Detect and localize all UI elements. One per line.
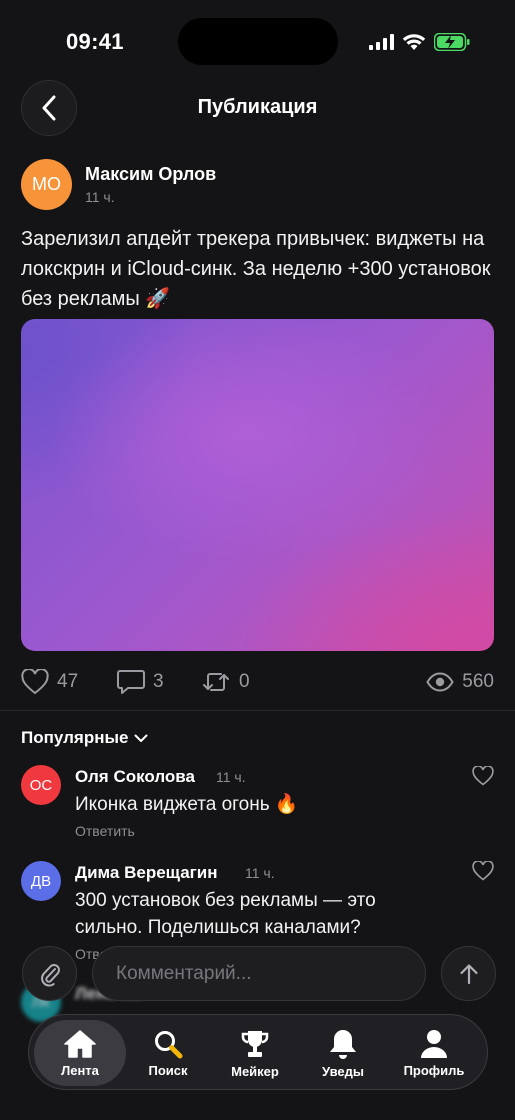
cellular-signal-icon xyxy=(369,34,394,50)
post-text: Зарелизил апдейт трекера привычек: видже… xyxy=(21,228,491,310)
comment-icon xyxy=(117,670,145,694)
wifi-icon xyxy=(402,34,426,50)
comment-time: 11 ч. xyxy=(245,865,275,881)
author-avatar[interactable]: МО xyxy=(21,159,72,210)
comment-count: 3 xyxy=(153,671,164,692)
comment-avatar[interactable]: ОС xyxy=(21,765,61,805)
views-count: 560 xyxy=(462,671,494,692)
status-bar: 09:41 xyxy=(0,0,515,84)
eye-icon xyxy=(426,672,454,692)
arrow-up-icon xyxy=(459,963,478,984)
repost-icon xyxy=(203,673,229,691)
tab-search[interactable]: Поиск xyxy=(130,1015,206,1091)
tab-notifications[interactable]: Уведы xyxy=(305,1015,381,1091)
like-button[interactable]: 47 xyxy=(21,663,78,701)
attach-button[interactable] xyxy=(22,946,77,1001)
tab-label: Профиль xyxy=(403,1062,465,1078)
comment-author[interactable]: Дима Верещагин xyxy=(75,863,217,883)
comment-avatar[interactable]: ДВ xyxy=(21,861,61,901)
comment-author[interactable]: Оля Соколова xyxy=(75,767,195,787)
comment-text-line: сильно. Поделишься каналами? xyxy=(75,917,361,938)
tab-label: Уведы xyxy=(322,1063,364,1079)
tab-feed[interactable]: Лента xyxy=(34,1020,126,1086)
divider xyxy=(0,710,515,711)
views-indicator: 560 xyxy=(426,663,494,701)
tab-maker[interactable]: Мейкер xyxy=(217,1015,293,1091)
repost-button[interactable]: 0 xyxy=(201,663,250,701)
home-icon xyxy=(64,1029,96,1058)
search-icon xyxy=(155,1030,183,1058)
post-time: 11 ч. xyxy=(85,189,115,205)
comment-text-line: 300 установок без рекламы — это xyxy=(75,890,376,911)
dynamic-island xyxy=(178,18,338,65)
comment-time: 11 ч. xyxy=(216,769,246,785)
status-time: 09:41 xyxy=(66,29,124,54)
bell-icon xyxy=(330,1029,356,1059)
reply-button[interactable]: Ответить xyxy=(75,823,135,839)
send-button[interactable] xyxy=(441,946,496,1001)
comment-input[interactable] xyxy=(92,946,426,1001)
comment-button[interactable]: 3 xyxy=(117,663,164,701)
post-stats: 47 3 0 560 xyxy=(21,663,494,701)
tab-profile[interactable]: Профиль xyxy=(395,1015,473,1091)
like-count: 47 xyxy=(57,671,79,692)
paperclip-icon xyxy=(40,963,60,987)
heart-icon[interactable] xyxy=(472,766,494,786)
author-name[interactable]: Максим Орлов xyxy=(85,164,216,185)
tab-bar: Лента Поиск Мейкер Уведы Профиль xyxy=(28,1014,488,1090)
battery-charging-icon xyxy=(434,33,470,51)
tab-label: Мейкер xyxy=(231,1063,279,1079)
repost-count: 0 xyxy=(239,671,250,692)
heart-icon xyxy=(21,669,49,695)
post-image[interactable] xyxy=(21,319,494,651)
heart-icon[interactable] xyxy=(472,861,494,881)
sort-label: Популярные xyxy=(21,728,129,747)
page-title: Публикация xyxy=(197,96,318,118)
chevron-down-icon xyxy=(134,734,148,742)
tab-label: Поиск xyxy=(148,1062,188,1078)
profile-icon xyxy=(421,1029,447,1058)
trophy-icon xyxy=(241,1030,269,1057)
comments-sort-dropdown[interactable]: Популярные xyxy=(21,728,148,748)
tab-label: Лента xyxy=(61,1062,99,1078)
comment-text: Иконка виджета огонь 🔥 xyxy=(75,794,299,815)
